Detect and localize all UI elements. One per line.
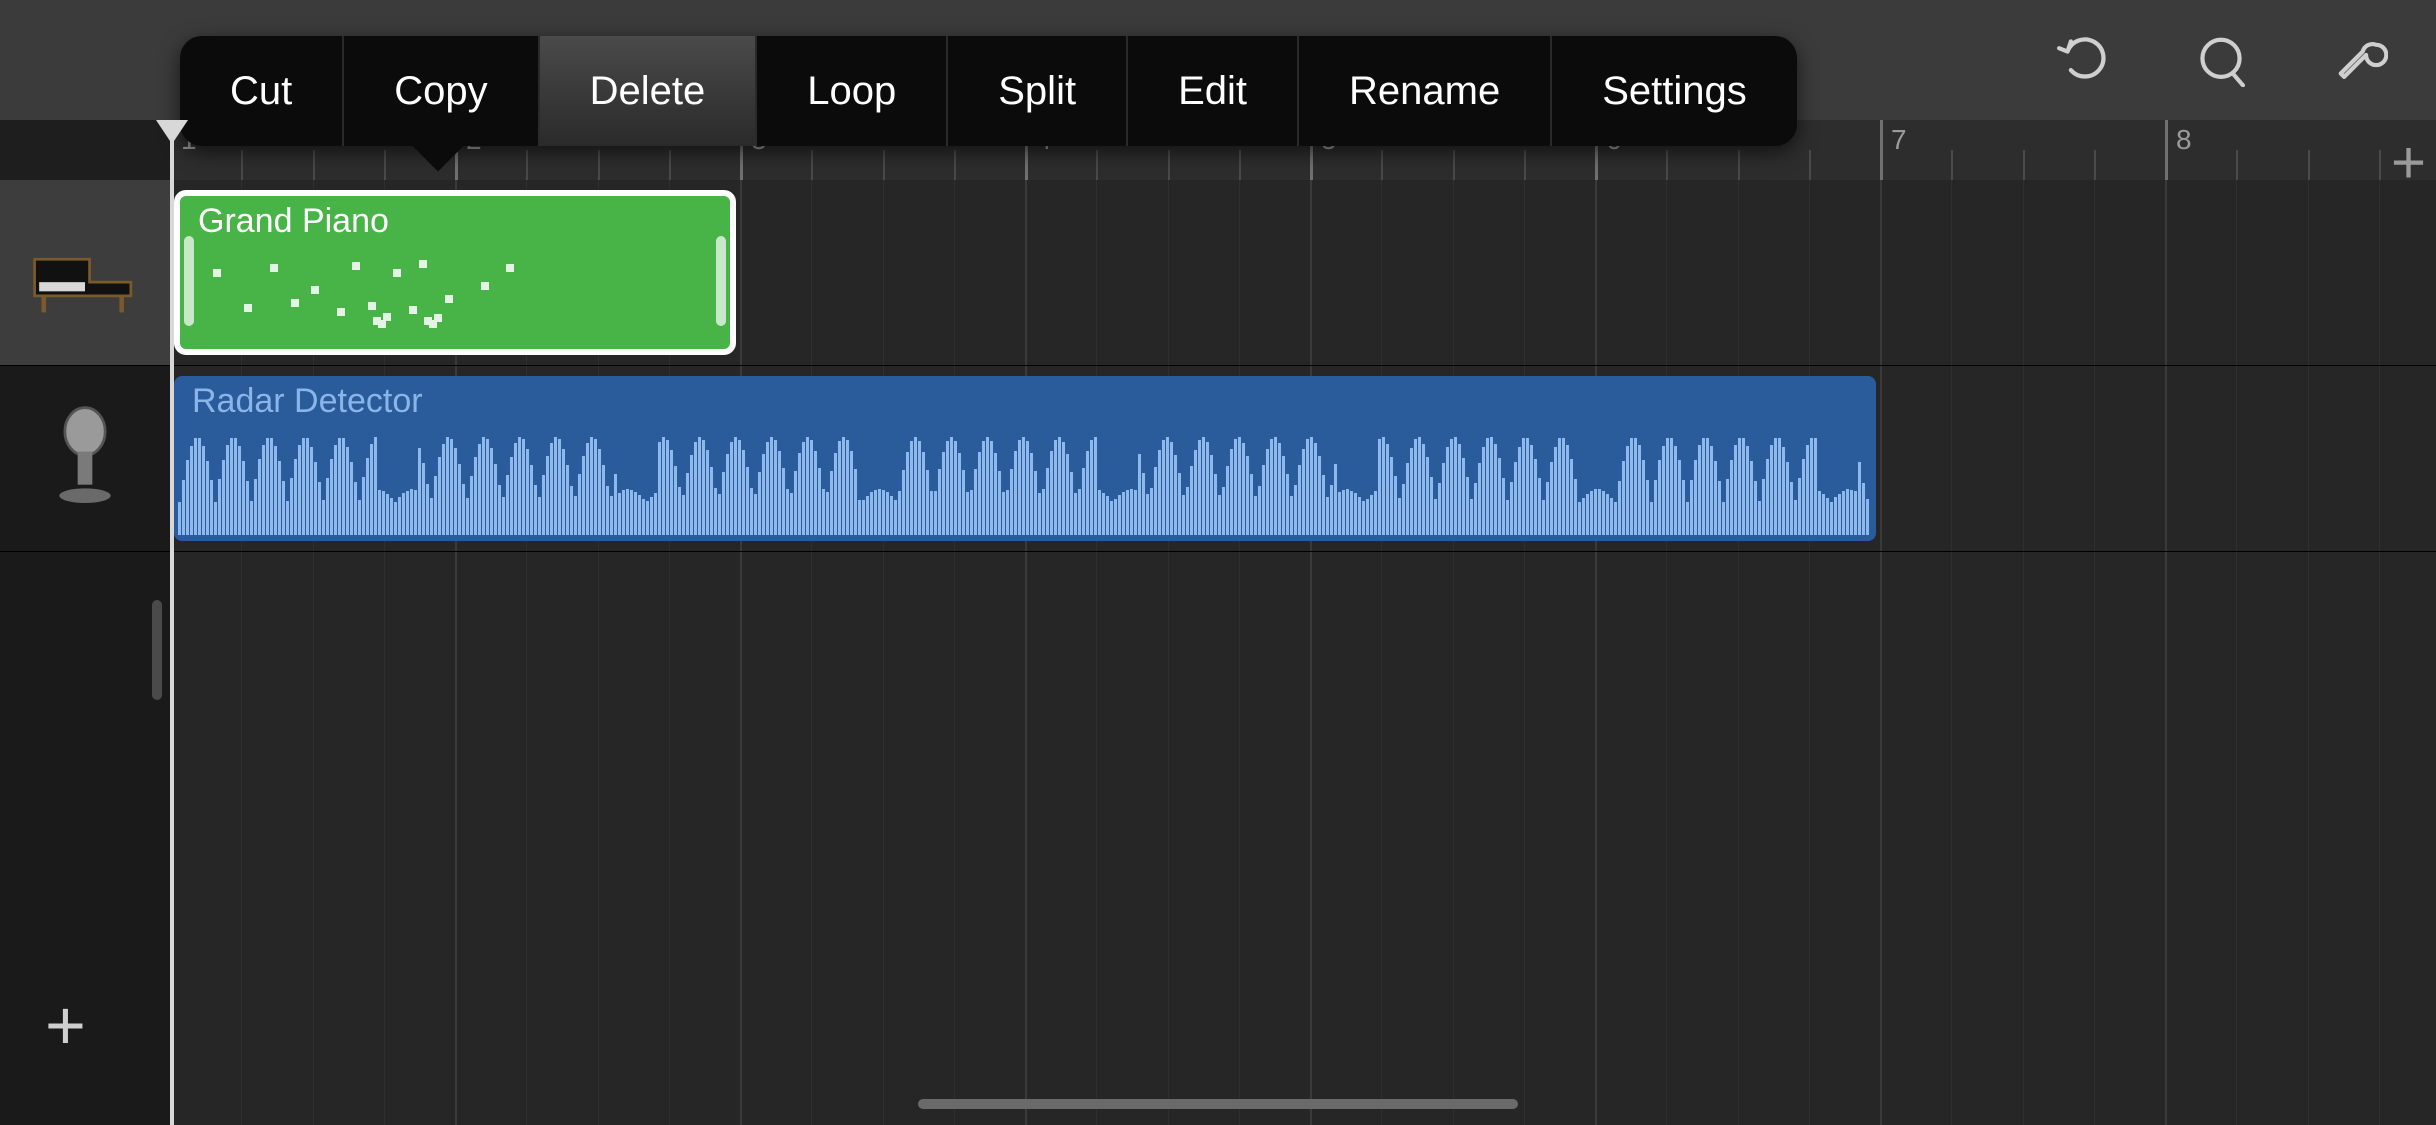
- ruler-beat-tick: [1239, 150, 1241, 180]
- region-trim-handle-left[interactable]: [184, 236, 194, 326]
- track-lane-piano[interactable]: Grand Piano: [170, 180, 2436, 366]
- add-track-button[interactable]: +: [45, 985, 86, 1065]
- ruler-beat-tick: [1168, 150, 1170, 180]
- ruler-beat-tick: [2236, 150, 2238, 180]
- track-lane-audio[interactable]: Radar Detector: [170, 366, 2436, 552]
- piano-icon: [30, 218, 140, 328]
- ruler-bar-number: 8: [2176, 124, 2192, 156]
- ruler-beat-tick: [954, 150, 956, 180]
- ruler-beat-tick: [669, 150, 671, 180]
- track-scroll-indicator: [152, 600, 162, 700]
- playhead[interactable]: [170, 120, 174, 1125]
- ruler-beat-tick: [2094, 150, 2096, 180]
- ruler-beat-tick: [313, 150, 315, 180]
- region-trim-handle-right[interactable]: [716, 236, 726, 326]
- context-menu-item-cut[interactable]: Cut: [180, 36, 344, 146]
- loop-icon: [2194, 33, 2248, 87]
- ruler-beat-tick: [811, 150, 813, 180]
- ruler-beat-tick: [883, 150, 885, 180]
- ruler-beat-tick: [1666, 150, 1668, 180]
- audio-region-radar-detector[interactable]: Radar Detector: [174, 376, 1876, 541]
- loop-browser-button[interactable]: [2186, 25, 2256, 95]
- ruler-bar-marker: 7: [1880, 120, 1883, 180]
- ruler-beat-tick: [2023, 150, 2025, 180]
- wrench-icon: [2334, 33, 2388, 87]
- settings-button[interactable]: [2326, 25, 2396, 95]
- ruler-beat-tick: [2379, 150, 2381, 180]
- midi-notes-preview: [198, 251, 712, 339]
- context-menu-item-loop[interactable]: Loop: [757, 36, 948, 146]
- undo-icon: [2054, 33, 2108, 87]
- region-label: Grand Piano: [198, 202, 389, 241]
- midi-region-grand-piano[interactable]: Grand Piano: [174, 190, 736, 355]
- ruler-beat-tick: [241, 150, 243, 180]
- ruler-beat-tick: [1809, 150, 1811, 180]
- track-headers: +: [0, 180, 170, 1125]
- ruler-beat-tick: [1381, 150, 1383, 180]
- ruler-beat-tick: [1453, 150, 1455, 180]
- app-root: + 12345678 +: [0, 0, 2436, 1125]
- home-indicator: [918, 1099, 1518, 1109]
- context-menu-item-split[interactable]: Split: [948, 36, 1128, 146]
- ruler-beat-tick: [526, 150, 528, 180]
- ruler-beat-tick: [1738, 150, 1740, 180]
- track-lanes[interactable]: Grand Piano Radar Detector: [170, 180, 2436, 1125]
- context-menu-item-delete[interactable]: Delete: [540, 36, 758, 146]
- region-label: Radar Detector: [192, 382, 423, 421]
- track-header-piano[interactable]: [0, 180, 170, 366]
- ruler-beat-tick: [384, 150, 386, 180]
- ruler-beat-tick: [598, 150, 600, 180]
- ruler-bar-number: 7: [1891, 124, 1907, 156]
- context-menu-item-settings[interactable]: Settings: [1552, 36, 1797, 146]
- context-menu-item-edit[interactable]: Edit: [1128, 36, 1299, 146]
- ruler-beat-tick: [1951, 150, 1953, 180]
- ruler-beat-tick: [2308, 150, 2310, 180]
- context-menu-item-rename[interactable]: Rename: [1299, 36, 1552, 146]
- undo-button[interactable]: [2046, 25, 2116, 95]
- region-context-menu: CutCopyDeleteLoopSplitEditRenameSettings: [180, 36, 1797, 146]
- audio-waveform: [178, 426, 1872, 535]
- ruler-beat-tick: [1524, 150, 1526, 180]
- ruler-bar-marker: 8: [2165, 120, 2168, 180]
- microphone-icon: [30, 404, 140, 514]
- track-header-mic[interactable]: [0, 366, 170, 552]
- ruler-beat-tick: [1096, 150, 1098, 180]
